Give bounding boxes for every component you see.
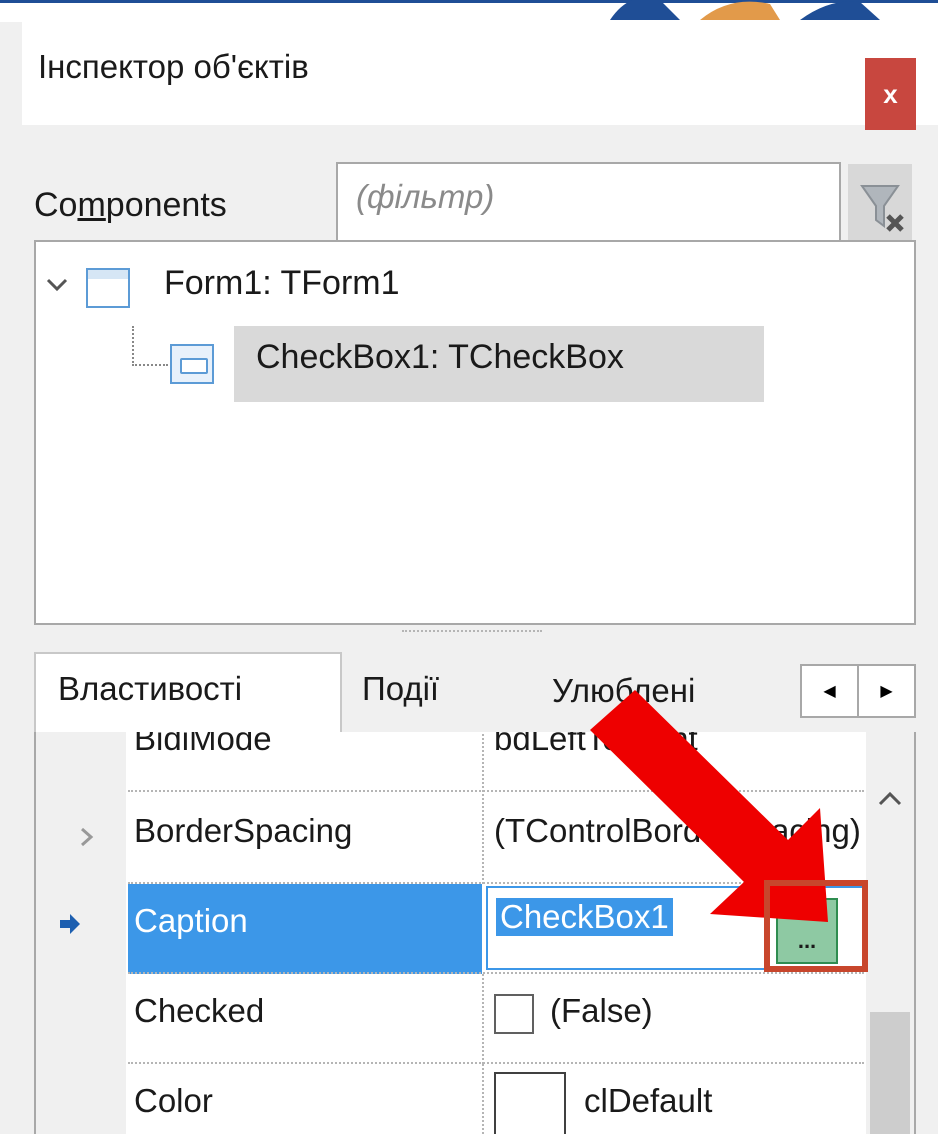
components-label-prefix: Co <box>34 186 78 224</box>
title-bar[interactable]: Інспектор об'єктів x <box>22 22 938 130</box>
filter-row: Components (фільтр) <box>22 148 938 248</box>
components-label-accelerator: m <box>77 186 106 224</box>
column-divider <box>482 732 484 792</box>
property-name: Caption <box>134 902 248 939</box>
checkbox-component-icon <box>170 344 214 384</box>
top-decoration <box>0 0 938 22</box>
property-name: Checked <box>134 992 265 1029</box>
clear-filter-button[interactable] <box>848 164 912 244</box>
property-row-checked[interactable]: Checked (False) <box>36 974 866 1064</box>
components-label: Components <box>34 186 227 225</box>
checked-value-text: (False) <box>550 992 653 1029</box>
form-icon <box>86 268 130 308</box>
property-name: Color <box>134 1082 213 1119</box>
color-value-text: clDefault <box>584 1082 713 1119</box>
annotation-highlight-box <box>764 880 868 972</box>
tab-events[interactable]: Події <box>362 670 439 708</box>
chevron-down-icon[interactable] <box>44 272 70 298</box>
close-button[interactable]: x <box>865 58 916 130</box>
filter-clear-icon <box>860 185 904 232</box>
decorative-image <box>610 0 880 20</box>
chevron-right-icon[interactable] <box>76 826 98 848</box>
tree-item-label: Form1: TForm1 <box>164 264 400 302</box>
color-swatch <box>494 1072 566 1134</box>
property-name: BidiMode <box>134 732 272 757</box>
components-label-suffix: ponents <box>105 186 227 224</box>
tab-properties[interactable]: Властивості <box>34 652 342 734</box>
filter-input[interactable]: (фільтр) <box>336 162 841 246</box>
property-name: BorderSpacing <box>134 812 353 849</box>
scrollbar-thumb[interactable] <box>870 1012 910 1134</box>
column-divider <box>482 794 484 884</box>
current-row-arrow-icon <box>60 914 80 934</box>
column-divider <box>482 1064 484 1134</box>
property-row-color[interactable]: Color clDefault <box>36 1064 866 1134</box>
checkbox-icon[interactable] <box>494 994 534 1034</box>
column-divider <box>482 974 484 1064</box>
splitter-handle[interactable] <box>402 630 542 642</box>
chevron-up-icon[interactable] <box>876 788 904 808</box>
component-tree[interactable]: Form1: TForm1 CheckBox1: TCheckBox <box>34 240 916 625</box>
tree-connector-line <box>132 326 168 366</box>
window-title: Інспектор об'єктів <box>38 48 309 85</box>
tree-item-label: CheckBox1: TCheckBox <box>256 338 624 376</box>
